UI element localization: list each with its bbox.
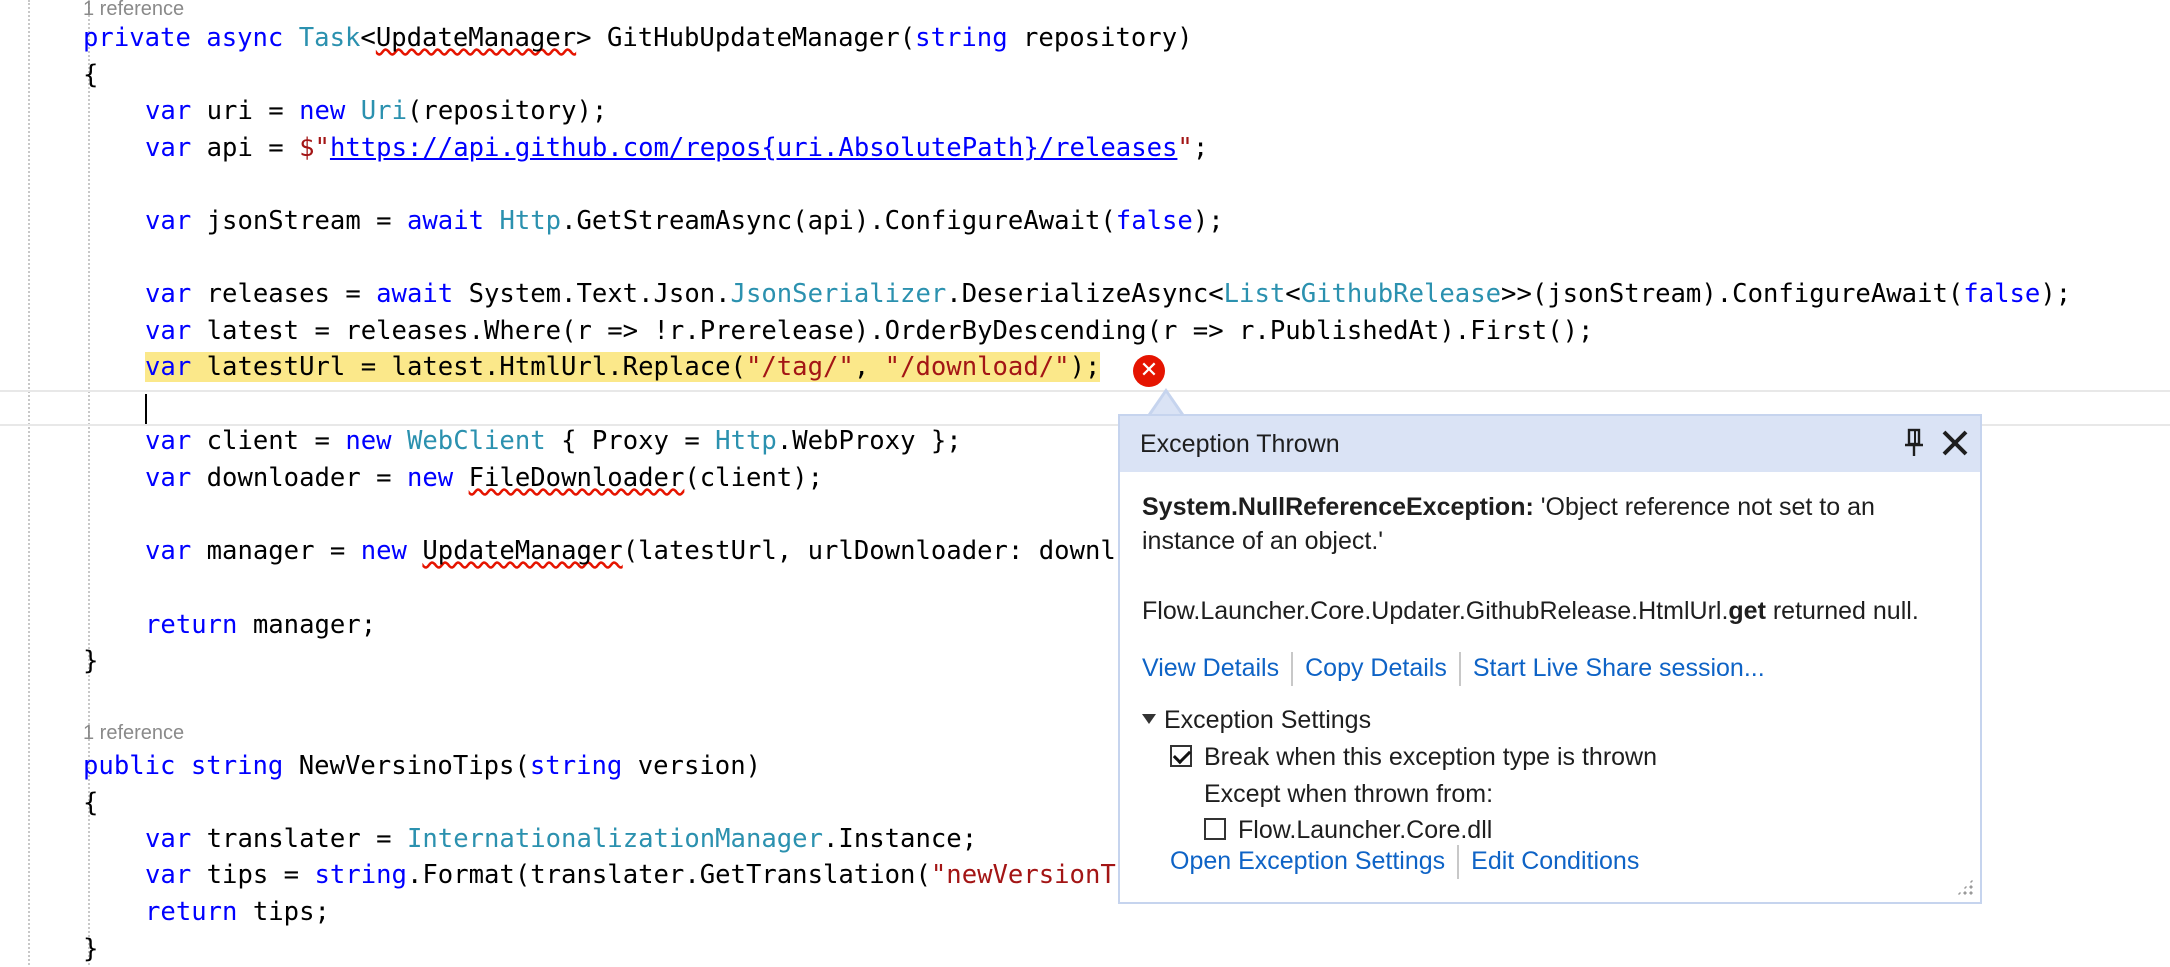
exception-type: System.NullReferenceException:	[1142, 493, 1534, 521]
code-line: var jsonStream = await Http.GetStreamAsy…	[145, 206, 1224, 236]
detail-suffix: returned null.	[1765, 597, 1919, 625]
action-links: View Details Copy Details Start Live Share…	[1142, 648, 1765, 688]
resize-grip-icon[interactable]	[1956, 878, 1974, 896]
code-line-current	[145, 390, 147, 426]
code-line: {	[83, 60, 99, 90]
break-label: Break when this exception type is thrown	[1204, 743, 1658, 771]
popup-title: Exception Thrown	[1140, 430, 1340, 458]
checkbox-icon[interactable]	[1204, 818, 1226, 841]
live-share-link[interactable]: Start Live Share session...	[1473, 654, 1765, 682]
indent-guide	[28, 0, 30, 965]
checkbox-icon[interactable]	[1170, 745, 1192, 768]
exception-settings-label: Exception Settings	[1164, 706, 1372, 734]
code-line-exception: var latestUrl = latest.HtmlUrl.Replace("…	[145, 352, 1101, 382]
exception-message: System.NullReferenceException: 'Object r…	[1142, 490, 1962, 558]
divider	[1457, 845, 1460, 880]
code-line: return tips;	[145, 897, 330, 927]
code-line: return manager;	[145, 610, 377, 640]
close-icon[interactable]	[1940, 428, 1970, 458]
pin-icon[interactable]	[1902, 428, 1926, 458]
copy-details-link[interactable]: Copy Details	[1305, 654, 1447, 682]
code-lens-references[interactable]: 1 reference	[83, 0, 184, 22]
code-line: var api = $"https://api.github.com/repos…	[145, 133, 1209, 163]
popup-header: Exception Thrown	[1120, 416, 1980, 472]
edit-conditions-link[interactable]: Edit Conditions	[1471, 847, 1639, 875]
code-line: private async Task<UpdateManager> GitHub…	[83, 23, 1193, 53]
code-line: {	[83, 788, 99, 818]
code-line: var translater = InternationalizationMan…	[145, 824, 978, 854]
exception-detail: Flow.Launcher.Core.Updater.GithubRelease…	[1142, 594, 1972, 628]
exception-settings-toggle[interactable]: Exception Settings	[1142, 703, 1371, 737]
code-line: var manager = new UpdateManager(latestUr…	[145, 536, 1116, 566]
expand-triangle-icon	[1142, 714, 1156, 725]
code-line: var client = new WebClient { Proxy = Htt…	[145, 426, 962, 456]
detail-bold: get	[1728, 597, 1766, 625]
code-line: var tips = string.Format(translater.GetT…	[145, 860, 1116, 890]
code-line: }	[83, 934, 99, 964]
text-caret	[145, 394, 147, 424]
break-checkbox-row[interactable]: Break when this exception type is thrown	[1170, 740, 1657, 774]
code-lens-references[interactable]: 1 reference	[83, 720, 184, 746]
divider	[1291, 652, 1294, 687]
code-line: }	[83, 646, 99, 676]
detail-prefix: Flow.Launcher.Core.Updater.GithubRelease…	[1142, 597, 1729, 625]
settings-links: Open Exception Settings Edit Conditions	[1170, 842, 1639, 880]
error-icon[interactable]: ✕	[1133, 355, 1165, 387]
module-label: Flow.Launcher.Core.dll	[1238, 816, 1493, 844]
url-link[interactable]: https://api.github.com/repos{uri.Absolut…	[330, 133, 1177, 163]
code-line: var latest = releases.Where(r => !r.Prer…	[145, 316, 1594, 346]
divider	[1458, 652, 1461, 687]
code-line: public string NewVersinoTips(string vers…	[83, 751, 762, 781]
open-exception-settings-link[interactable]: Open Exception Settings	[1170, 847, 1445, 875]
except-label: Except when thrown from:	[1204, 780, 1494, 808]
popup-pointer-inner	[1151, 393, 1181, 415]
view-details-link[interactable]: View Details	[1142, 654, 1279, 682]
code-line: var uri = new Uri(repository);	[145, 96, 608, 126]
code-line: var downloader = new FileDownloader(clie…	[145, 463, 824, 493]
code-line: var releases = await System.Text.Json.Js…	[145, 279, 2072, 309]
exception-popup: Exception Thrown System.NullReferenceExc…	[1118, 414, 1982, 904]
